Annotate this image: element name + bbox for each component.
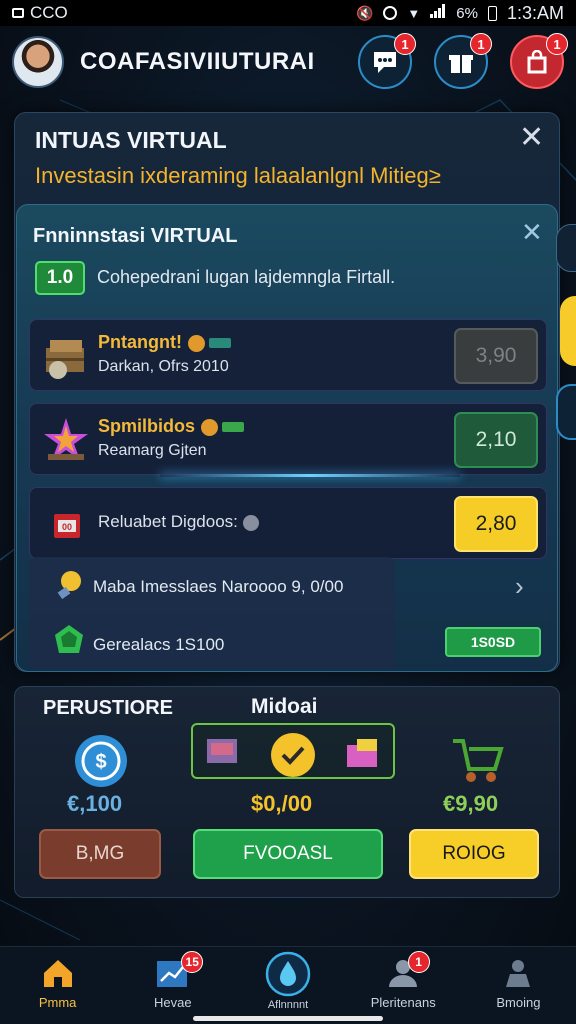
bag-icon: [527, 50, 547, 74]
globe-icon: [242, 514, 259, 531]
nav-badge: 15: [181, 951, 204, 973]
camera-icon: [12, 8, 24, 18]
glow-divider: [160, 474, 460, 477]
list-item: Maba Imesslaes Naroooo 9, 0/00: [93, 577, 344, 596]
nav-label: Pleritenans: [370, 995, 436, 1010]
offer-sub: Reluabet Digdoos:: [98, 512, 238, 531]
offer-sub: Reamarg Gjten: [98, 442, 207, 459]
offer-row[interactable]: Pntangnt! Darkan, Ofrs 2010 3,90: [29, 319, 547, 391]
inner-close-button[interactable]: ✕: [521, 219, 543, 245]
purchase-panel: PERUSTIORE Midoai $ €,100 $0,/00 €9,90 B…: [14, 686, 560, 898]
nav-badge: 1: [407, 951, 430, 973]
status-pill[interactable]: 1S0SD: [445, 627, 541, 657]
offer-sub: Darkan, Ofrs 2010: [98, 358, 229, 375]
option-button-green[interactable]: FVOOASL: [193, 829, 383, 879]
outer-dialog-title: INTUAS VIRTUAL: [35, 127, 227, 153]
inner-description: Cohepedrani lugan lajdemngla Firtall.: [97, 267, 396, 287]
chat-icon: [374, 52, 396, 73]
close-icon: ✕: [519, 121, 545, 154]
inner-dialog-title: Fnninnstasi VIRTUAL: [33, 225, 238, 247]
nav-item-settings[interactable]: Bmoing: [461, 947, 576, 1024]
avatar[interactable]: [12, 36, 64, 88]
person-icon: [506, 960, 531, 987]
panel-left-label: PERUSTIORE: [43, 697, 174, 719]
offer-row[interactable]: Spmilbidos Reamarg Gjten 2,10: [29, 403, 547, 475]
nav-label: Pmma: [38, 995, 77, 1010]
status-bar: CCO 🔇 ▼ 6% 1:3:AM: [0, 0, 576, 26]
offer-value-button[interactable]: 3,90: [454, 328, 538, 384]
alarm-icon: [383, 6, 398, 20]
chevron-right-icon[interactable]: ›: [515, 571, 524, 602]
check-badge-icon: [271, 733, 315, 777]
panel-mid-label: Midoai: [251, 695, 318, 718]
app-header: COAFASIVIIUTURAI 1 1 1: [0, 26, 576, 98]
offer-value-button[interactable]: 2,10: [454, 412, 538, 468]
info-list: Maba Imesslaes Naroooo 9, 0/00 Gerealacs…: [29, 557, 395, 669]
chat-button[interactable]: 1: [358, 33, 416, 89]
bottom-nav: Pmma 15 Hevae Aflnnnnt 1 Pleritenans Bmo…: [0, 946, 576, 1024]
offer-name: Pntangnt!: [98, 332, 182, 352]
chip-icon: [222, 422, 245, 433]
nav-item-stats[interactable]: 15 Hevae: [115, 947, 230, 1024]
nav-label: Aflnnnnt: [267, 999, 309, 1011]
green-gem-icon: [55, 625, 83, 653]
close-icon: ✕: [521, 217, 543, 247]
offer-name: Spmilbidos: [98, 416, 196, 436]
price-green: €9,90: [443, 791, 499, 816]
coin-icon: [187, 334, 205, 352]
mute-icon: 🔇: [355, 4, 374, 21]
card-icon: [207, 739, 237, 763]
price-gold: $0,/00: [251, 791, 313, 816]
clock-time: 1:3:AM: [506, 2, 564, 23]
home-icon: [43, 960, 72, 987]
bag-button[interactable]: 1: [510, 33, 568, 89]
blue-coin-icon: $: [75, 735, 127, 787]
red-box-icon: 00: [54, 514, 80, 538]
star-shield-icon: [44, 418, 88, 460]
wifi-icon: ▼: [407, 5, 421, 21]
signal-icon: [430, 3, 446, 23]
cart-icon: [453, 739, 504, 782]
offer-value-button[interactable]: 2,80: [454, 496, 538, 552]
option-button-brown[interactable]: B,MG: [39, 829, 161, 879]
gift-button[interactable]: 1: [434, 33, 492, 89]
coin-icon: [201, 418, 219, 436]
lightbulb-icon: [57, 571, 81, 600]
price-blue: €,100: [67, 791, 123, 816]
drop-icon: [265, 951, 311, 997]
battery-text: 6%: [456, 4, 478, 22]
nav-item-center[interactable]: Aflnnnnt: [230, 947, 345, 1024]
nav-item-profile[interactable]: 1 Pleritenans: [346, 947, 461, 1024]
home-indicator[interactable]: [193, 1016, 383, 1021]
gift-badge: 1: [470, 33, 492, 55]
outer-dialog-subtitle: Investasin ixderaming lalaalanlgnl Mitie…: [35, 163, 441, 188]
app-title: COAFASIVIIUTURAI: [80, 48, 315, 75]
gift-box-icon: [347, 739, 377, 767]
chat-badge: 1: [394, 33, 416, 55]
side-tab-icon[interactable]: [556, 384, 576, 440]
side-tab-icon[interactable]: [560, 296, 576, 366]
nav-item-home[interactable]: Pmma: [0, 947, 115, 1024]
treasure-chest-icon: [46, 340, 84, 379]
battery-icon: [487, 5, 497, 21]
bag-badge: 1: [546, 33, 568, 55]
outer-close-button[interactable]: ✕: [519, 123, 544, 153]
chip-icon: [208, 338, 231, 349]
nav-label: Bmoing: [496, 995, 541, 1010]
gift-icon: [449, 55, 473, 73]
inner-dialog: Fnninnstasi VIRTUAL ✕ 1.0 Cohepedrani lu…: [16, 204, 558, 672]
status-left-text: CCO: [30, 3, 68, 22]
level-tag: 1.0: [35, 261, 85, 295]
svg-text:$: $: [95, 751, 106, 773]
nav-label: Hevae: [154, 995, 192, 1010]
list-item: Gerealacs 1S100: [93, 635, 225, 654]
offer-row[interactable]: 00 Reluabet Digdoos: 2,80: [29, 487, 547, 559]
side-tab-icon[interactable]: [556, 224, 576, 272]
svg-text:00: 00: [62, 522, 72, 532]
option-button-yellow[interactable]: ROIOG: [409, 829, 539, 879]
